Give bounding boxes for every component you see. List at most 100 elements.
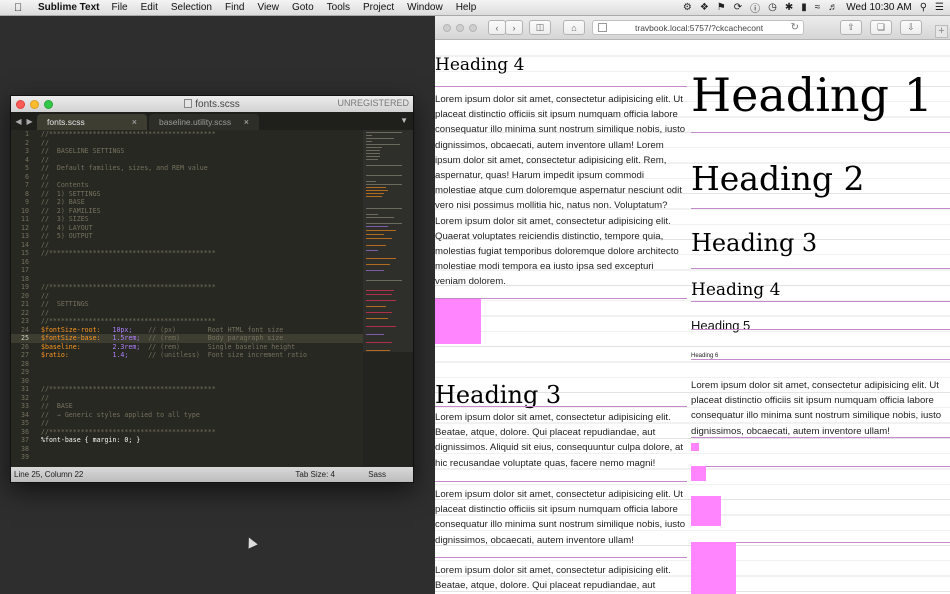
spotlight-search-icon[interactable]: ⚲: [920, 2, 927, 13]
tab-menu-chevron-down-icon[interactable]: ▼: [400, 116, 408, 125]
code-line[interactable]: 7 // Contents: [11, 181, 364, 190]
tab-next-icon[interactable]: ▶: [27, 117, 33, 126]
tab-fonts-scss[interactable]: fonts.scss ×: [37, 114, 147, 130]
sublime-titlebar[interactable]: fonts.scss UNREGISTERED: [11, 96, 413, 112]
code-text: // 1) SETTINGS: [41, 189, 101, 198]
code-line[interactable]: 25 $fontSize-base: 1.5rem; // (rem) Body …: [11, 334, 364, 343]
menu-window[interactable]: Window: [407, 2, 443, 13]
forward-button[interactable]: ›: [505, 20, 523, 35]
code-line[interactable]: 2 //: [11, 139, 364, 148]
cursor-position[interactable]: Line 25, Column 22: [14, 470, 83, 479]
code-line[interactable]: 22 //: [11, 309, 364, 318]
code-line[interactable]: 10 // 2) FAMILIES: [11, 207, 364, 216]
menu-file[interactable]: File: [112, 2, 128, 13]
code-line[interactable]: 17: [11, 266, 364, 275]
code-line[interactable]: 5 // Default families, sizes, and REM val…: [11, 164, 364, 173]
code-text: $fontSize-base: 1.5rem; // (rem) Body pa…: [41, 334, 284, 342]
line-number: 26: [21, 342, 29, 351]
code-line[interactable]: 24 $fontSize-root: 10px; // (px) Root HTM…: [11, 326, 364, 335]
close-window-button[interactable]: [443, 24, 451, 32]
code-line[interactable]: 18: [11, 275, 364, 284]
share-icon[interactable]: ⇧: [840, 20, 862, 35]
code-line[interactable]: 26 $baseline: 2.3rem; // (rem) Single bas…: [11, 343, 364, 352]
menu-find[interactable]: Find: [225, 2, 244, 13]
tab-size-selector[interactable]: Tab Size: 4: [295, 470, 335, 479]
code-editor[interactable]: 1 //*************************************…: [11, 130, 364, 467]
code-line[interactable]: 34 // → Generic styles applied to all typ…: [11, 411, 364, 420]
minimize-window-button[interactable]: [456, 24, 464, 32]
code-line[interactable]: 27 $ratio: 1.4; // (unitless) Font size i…: [11, 351, 364, 360]
tab-baseline-utility-scss[interactable]: baseline.utility.scss ×: [149, 114, 259, 130]
code-line[interactable]: 20 //: [11, 292, 364, 301]
reload-icon[interactable]: ↻: [791, 22, 799, 33]
tab-close-icon[interactable]: ×: [244, 117, 249, 127]
menu-selection[interactable]: Selection: [171, 2, 212, 13]
code-line[interactable]: 16: [11, 258, 364, 267]
code-line[interactable]: 9 // 2) BASE: [11, 198, 364, 207]
time-machine-status-icon[interactable]: ◷: [768, 2, 777, 13]
minimap[interactable]: [363, 130, 413, 467]
address-bar[interactable]: travbook.local:5757/?ckcachecont ↻: [592, 20, 804, 35]
minimap-line: [366, 230, 396, 231]
url-text[interactable]: travbook.local:5757/?ckcachecont: [635, 23, 763, 33]
code-line[interactable]: 19 //************************************…: [11, 283, 364, 292]
code-line[interactable]: 32 //: [11, 394, 364, 403]
code-line[interactable]: 3 // BASELINE SETTINGS: [11, 147, 364, 156]
menu-project[interactable]: Project: [363, 2, 394, 13]
code-line[interactable]: 1 //*************************************…: [11, 130, 364, 139]
flag-status-icon[interactable]: ⚑: [717, 2, 726, 13]
baseline-rule: [691, 301, 950, 302]
sync-status-icon[interactable]: ⟳: [734, 2, 742, 13]
tab-prev-icon[interactable]: ◀: [15, 117, 21, 126]
volume-status-icon[interactable]: ♬: [828, 2, 838, 13]
info-status-icon[interactable]: ⓘ: [750, 0, 760, 15]
code-line[interactable]: 33 // BASE: [11, 402, 364, 411]
code-line[interactable]: 15 //************************************…: [11, 249, 364, 258]
code-line[interactable]: 36 //************************************…: [11, 428, 364, 437]
menu-app-name[interactable]: Sublime Text: [38, 2, 100, 13]
code-line[interactable]: 31 //************************************…: [11, 385, 364, 394]
downloads-icon[interactable]: ⇩: [900, 20, 922, 35]
tab-close-icon[interactable]: ×: [132, 117, 137, 127]
code-line[interactable]: 29: [11, 368, 364, 377]
home-icon[interactable]: ⌂: [563, 20, 585, 35]
gear-status-icon[interactable]: ⚙: [683, 2, 692, 13]
code-line[interactable]: 39: [11, 453, 364, 462]
code-line[interactable]: 35 //: [11, 419, 364, 428]
menubar-clock[interactable]: Wed 10:30 AM: [846, 2, 911, 13]
menu-help[interactable]: Help: [456, 2, 477, 13]
code-line[interactable]: 13 // 5) OUTPUT: [11, 232, 364, 241]
code-line[interactable]: 30: [11, 377, 364, 386]
back-button[interactable]: ‹: [488, 20, 506, 35]
menu-view[interactable]: View: [257, 2, 279, 13]
code-line[interactable]: 37 %font-base { margin: 0; }: [11, 436, 364, 445]
menu-tools[interactable]: Tools: [327, 2, 350, 13]
minimap-line: [366, 238, 392, 239]
apple-menu-icon[interactable]: : [14, 2, 28, 14]
code-line[interactable]: 8 // 1) SETTINGS: [11, 190, 364, 199]
code-line[interactable]: 23 //************************************…: [11, 317, 364, 326]
zoom-window-button[interactable]: [469, 24, 477, 32]
line-number: 30: [21, 376, 29, 385]
bluetooth-status-icon[interactable]: ✱: [785, 2, 793, 13]
dropbox-status-icon[interactable]: ❖: [700, 2, 709, 13]
code-line[interactable]: 4 //: [11, 156, 364, 165]
code-line[interactable]: 38: [11, 445, 364, 454]
sidebar-toggle-icon[interactable]: ◫: [529, 20, 551, 35]
wifi-status-icon[interactable]: ≈: [815, 2, 821, 13]
tabs-overview-icon[interactable]: ❏: [870, 20, 892, 35]
code-line[interactable]: 21 // SETTINGS: [11, 300, 364, 309]
battery-status-icon[interactable]: ▮: [801, 2, 807, 13]
line-number: 9: [25, 198, 29, 206]
code-line[interactable]: 6 //: [11, 173, 364, 182]
menu-goto[interactable]: Goto: [292, 2, 314, 13]
code-line[interactable]: 14 //: [11, 241, 364, 250]
code-line[interactable]: 11 // 3) SIZES: [11, 215, 364, 224]
new-tab-button[interactable]: +: [935, 25, 948, 38]
notification-center-icon[interactable]: ☰: [935, 2, 944, 13]
code-line[interactable]: 28: [11, 360, 364, 369]
code-line[interactable]: 12 // 4) LAYOUT: [11, 224, 364, 233]
menu-edit[interactable]: Edit: [141, 2, 158, 13]
syntax-selector[interactable]: Sass: [368, 470, 386, 479]
